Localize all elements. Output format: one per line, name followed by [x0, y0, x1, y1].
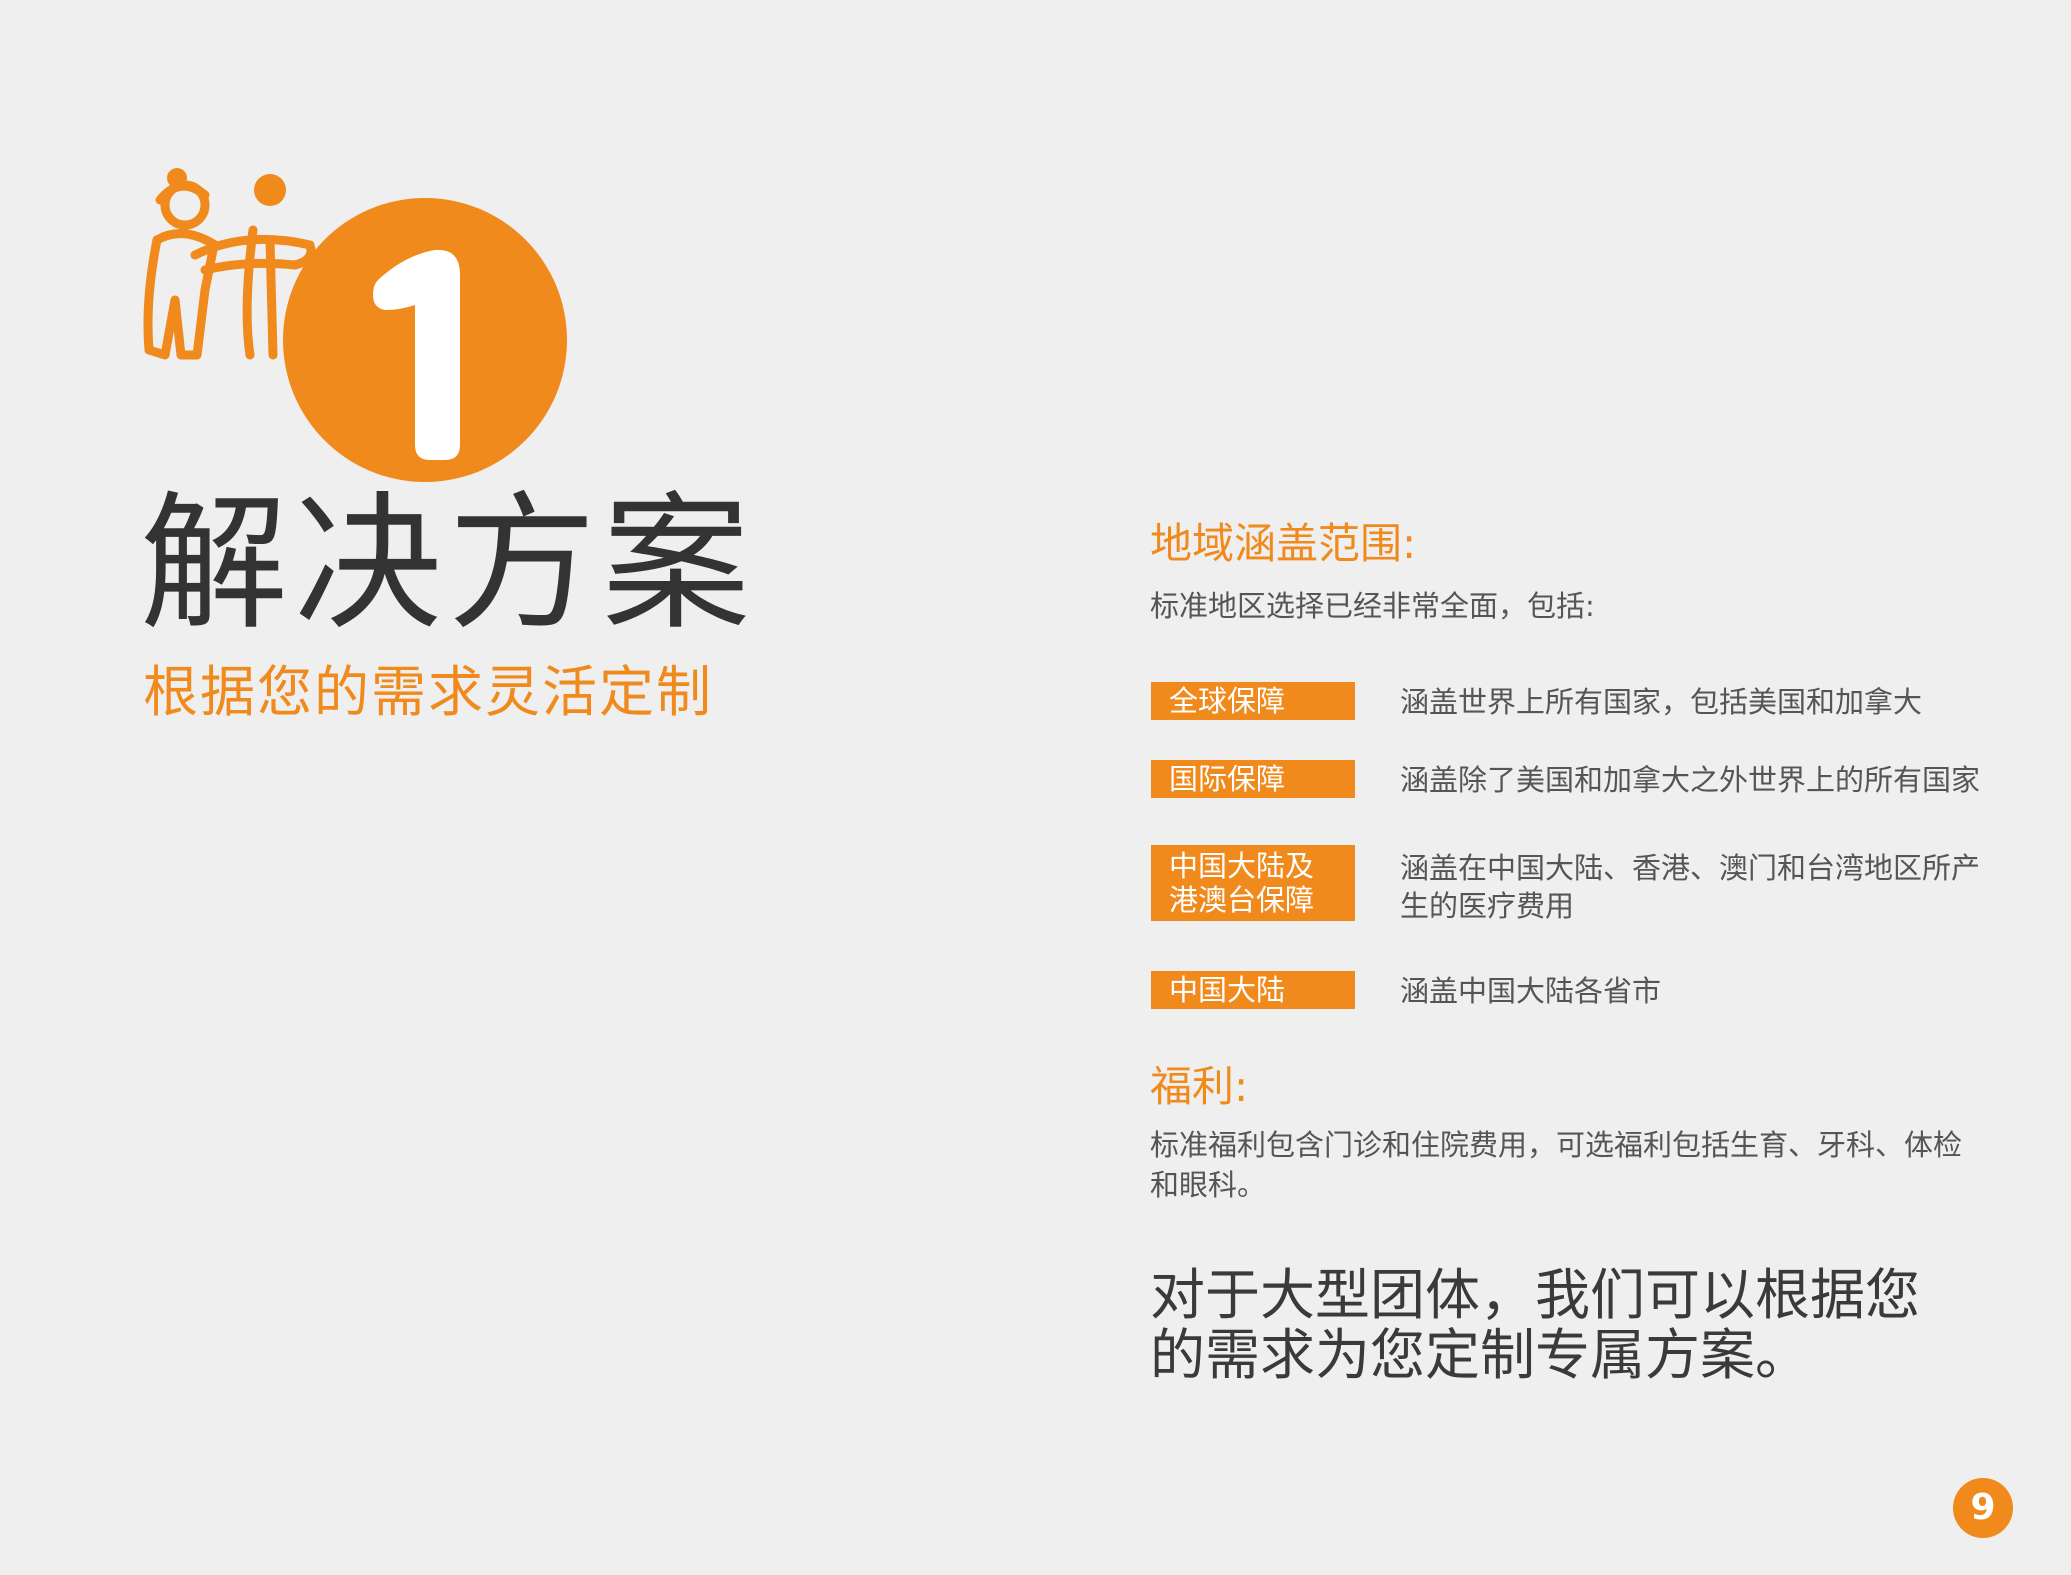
- coverage-desc-mainland: 涵盖中国大陆各省市: [1400, 974, 1662, 1008]
- page-subtitle: 根据您的需求灵活定制: [143, 660, 714, 724]
- page-number-badge: 9: [1953, 1478, 2013, 1538]
- benefits-heading: 福利:: [1150, 1062, 1249, 1111]
- coverage-intro: 标准地区选择已经非常全面，包括:: [1150, 589, 1595, 623]
- page-title: 解决方案: [140, 478, 756, 650]
- closing-statement: 对于大型团体，我们可以根据您的需求为您定制专属方案。: [1150, 1263, 1921, 1387]
- coverage-tag-mainland: 中国大陆: [1151, 971, 1355, 1009]
- doctor-patient-icon: [143, 168, 567, 482]
- coverage-tag-greater-china: 中国大陆及 港澳台保障: [1151, 845, 1355, 921]
- coverage-desc-global: 涵盖世界上所有国家，包括美国和加拿大: [1400, 685, 1923, 719]
- coverage-tag-global: 全球保障: [1151, 682, 1355, 720]
- hero-graphic: [135, 160, 575, 490]
- coverage-heading: 地域涵盖范围:: [1150, 519, 1417, 568]
- coverage-desc-greater-china: 涵盖在中国大陆、香港、澳门和台湾地区所产生的医疗费用: [1400, 851, 1981, 923]
- coverage-tag-international: 国际保障: [1151, 760, 1355, 798]
- benefits-text: 标准福利包含门诊和住院费用，可选福利包括生育、牙科、体检和眼科。: [1150, 1128, 1963, 1202]
- coverage-desc-international: 涵盖除了美国和加拿大之外世界上的所有国家: [1400, 763, 1981, 797]
